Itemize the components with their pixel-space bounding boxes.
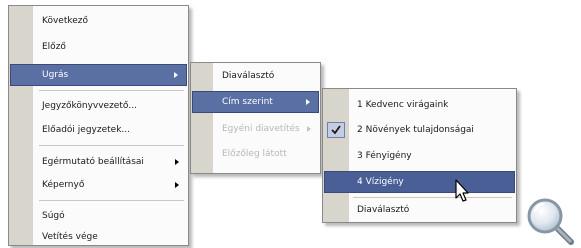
menu-item-notes-keeper-label: Jegyzőkönyvvezető... [42, 101, 137, 111]
menu-item-end-show[interactable]: Vetítés vége [10, 226, 187, 248]
menu-separator [39, 90, 184, 91]
chevron-right-icon [175, 182, 179, 188]
menu-item-next[interactable]: Következő [10, 10, 187, 32]
menu-item-next-label: Következő [42, 16, 89, 26]
slide-item-1[interactable]: 1 Kedvenc virágaink [324, 94, 515, 116]
menu-item-pointer-options-label: Egérmutató beállításai [42, 157, 144, 167]
menu-item-help-label: Súgó [42, 211, 65, 221]
chevron-right-icon [175, 159, 179, 165]
submenu-item-by-title[interactable]: Cím szerint [192, 91, 319, 113]
check-icon [327, 122, 345, 138]
menu-item-notes-keeper[interactable]: Jegyzőkönyvvezető... [10, 95, 187, 117]
slide-item-3[interactable]: 3 Fényigény [324, 145, 515, 167]
submenu-item-custom-show-label: Egyéni diavetítés [222, 124, 300, 134]
menu-separator [353, 197, 512, 198]
chevron-right-icon [307, 126, 311, 132]
menu-item-screen[interactable]: Képernyő [10, 174, 187, 196]
slide-item-4[interactable]: 4 Vízigény [324, 171, 515, 193]
submenu-item-last-viewed-label: Előzőleg látott [222, 149, 287, 159]
menu-item-help[interactable]: Súgó [10, 205, 187, 227]
goto-submenu: Diaválasztó Cím szerint Egyéni diavetíté… [190, 62, 321, 174]
submenu-item-by-title-label: Cím szerint [222, 97, 273, 107]
slide-item-2-label: 2 Növények tulajdonságai [357, 125, 474, 135]
menu-separator [39, 145, 184, 146]
mouse-pointer-icon [452, 178, 472, 207]
chevron-right-icon [174, 72, 178, 78]
submenu-item-slide-sorter-label: Diaválasztó [222, 71, 275, 81]
magnifier-icon [523, 194, 575, 246]
submenu-item-slide-sorter-2-label: Diaválasztó [357, 205, 410, 215]
menu-item-previous[interactable]: Előző [10, 36, 187, 58]
slide-item-2[interactable]: 2 Növények tulajdonságai [324, 119, 515, 141]
menu-item-goto-label: Ugrás [42, 70, 69, 80]
menu-item-goto[interactable]: Ugrás [10, 64, 187, 86]
menu-item-speaker-notes-label: Előadói jegyzetek... [42, 125, 130, 135]
main-context-menu: Következő Előző Ugrás Jegyzőkönyvvezető.… [8, 5, 189, 246]
submenu-item-custom-show: Egyéni diavetítés [192, 118, 319, 140]
menu-item-speaker-notes[interactable]: Előadói jegyzetek... [10, 119, 187, 141]
chevron-right-icon [306, 99, 310, 105]
slide-item-3-label: 3 Fényigény [357, 151, 412, 161]
submenu-item-last-viewed: Előzőleg látott [192, 143, 319, 165]
menu-item-previous-label: Előző [42, 42, 66, 52]
menu-separator [39, 200, 184, 201]
submenu-item-slide-sorter-2[interactable]: Diaválasztó [324, 199, 515, 221]
by-title-submenu: 1 Kedvenc virágaink 2 Növények tulajdons… [322, 88, 517, 223]
menu-item-screen-label: Képernyő [42, 180, 85, 190]
submenu-item-slide-sorter[interactable]: Diaválasztó [192, 65, 319, 87]
slide-item-4-label: 4 Vízigény [357, 177, 404, 187]
menu-item-pointer-options[interactable]: Egérmutató beállításai [10, 151, 187, 173]
slide-item-1-label: 1 Kedvenc virágaink [357, 100, 449, 110]
menu-item-end-show-label: Vetítés vége [42, 232, 98, 242]
